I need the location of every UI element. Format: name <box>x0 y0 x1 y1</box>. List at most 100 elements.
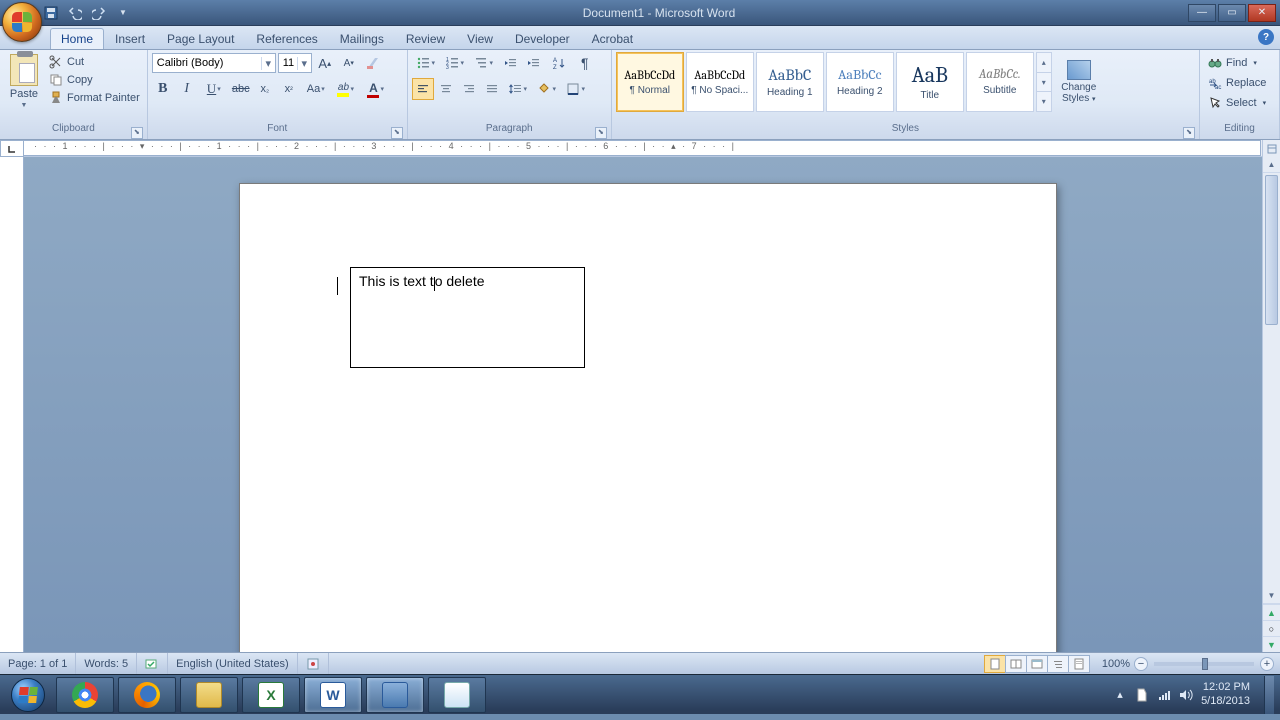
taskbar-chrome[interactable] <box>56 677 114 713</box>
sort-button[interactable]: AZ <box>545 52 573 74</box>
taskbar-app-1[interactable] <box>366 677 424 713</box>
scroll-down-button[interactable]: ▼ <box>1263 588 1280 604</box>
bold-button[interactable]: B <box>152 78 174 100</box>
scroll-track[interactable] <box>1263 173 1280 588</box>
bullets-button[interactable]: ▾ <box>412 52 440 74</box>
shrink-font-button[interactable]: A▾ <box>338 52 360 74</box>
document-viewport[interactable]: This is text to delete <box>24 157 1262 652</box>
minimize-button[interactable]: — <box>1188 4 1216 22</box>
status-macro[interactable] <box>298 653 329 674</box>
align-left-button[interactable] <box>412 78 434 100</box>
style-heading-1[interactable]: AaBbCHeading 1 <box>756 52 824 112</box>
copy-button[interactable]: Copy <box>46 72 143 88</box>
close-button[interactable]: ✕ <box>1248 4 1276 22</box>
tab-acrobat[interactable]: Acrobat <box>581 28 644 49</box>
strikethrough-button[interactable]: abc <box>230 78 252 100</box>
underline-button[interactable]: U▾ <box>200 78 228 100</box>
help-icon[interactable]: ? <box>1258 29 1274 45</box>
tab-page-layout[interactable]: Page Layout <box>156 28 245 49</box>
replace-button[interactable]: abacReplace <box>1204 74 1270 92</box>
status-proofing[interactable] <box>137 653 168 674</box>
ruler-toggle[interactable] <box>1262 140 1280 157</box>
font-launcher[interactable]: ⬊ <box>391 127 403 139</box>
undo-icon[interactable] <box>66 4 84 22</box>
tray-action-center-icon[interactable] <box>1135 688 1149 702</box>
view-draft[interactable] <box>1068 655 1090 673</box>
change-styles-button[interactable]: ChangeStyles ▾ <box>1056 52 1102 112</box>
tray-show-hidden-icon[interactable]: ▴ <box>1113 688 1127 702</box>
find-button[interactable]: Find▾ <box>1204 54 1261 72</box>
select-button[interactable]: Select▾ <box>1204 94 1270 112</box>
paragraph-launcher[interactable]: ⬊ <box>595 127 607 139</box>
styles-row-down[interactable]: ▾ <box>1037 73 1051 93</box>
save-icon[interactable] <box>42 4 60 22</box>
tab-home[interactable]: Home <box>50 28 104 49</box>
vertical-ruler[interactable] <box>0 157 24 652</box>
format-painter-button[interactable]: Format Painter <box>46 90 143 106</box>
view-outline[interactable] <box>1047 655 1069 673</box>
zoom-in-button[interactable]: + <box>1260 657 1274 671</box>
borders-button[interactable]: ▾ <box>562 78 590 100</box>
italic-button[interactable]: I <box>176 78 198 100</box>
zoom-thumb[interactable] <box>1202 658 1208 670</box>
shading-button[interactable]: ▾ <box>533 78 561 100</box>
style-normal[interactable]: AaBbCcDd¶ Normal <box>616 52 684 112</box>
show-desktop-button[interactable] <box>1264 676 1274 714</box>
zoom-slider[interactable] <box>1154 662 1254 666</box>
chevron-down-icon[interactable]: ▾ <box>297 57 311 70</box>
styles-launcher[interactable]: ⬊ <box>1183 127 1195 139</box>
page[interactable]: This is text to delete <box>239 183 1057 652</box>
highlight-button[interactable]: ab▾ <box>332 78 360 100</box>
taskbar-word[interactable]: W <box>304 677 362 713</box>
tab-developer[interactable]: Developer <box>504 28 581 49</box>
tab-mailings[interactable]: Mailings <box>329 28 395 49</box>
style-title[interactable]: AaBTitle <box>896 52 964 112</box>
start-button[interactable] <box>2 676 54 714</box>
status-language[interactable]: English (United States) <box>168 653 298 674</box>
subscript-button[interactable]: x₂ <box>254 78 276 100</box>
styles-row-up[interactable]: ▴ <box>1037 53 1051 73</box>
font-size-combo[interactable]: 11▾ <box>278 53 312 73</box>
style-heading-2[interactable]: AaBbCcHeading 2 <box>826 52 894 112</box>
zoom-level[interactable]: 100% <box>1098 658 1134 670</box>
office-button[interactable] <box>2 2 42 42</box>
view-print-layout[interactable] <box>984 655 1006 673</box>
paste-button[interactable]: Paste ▼ <box>4 52 44 111</box>
font-color-button[interactable]: A▾ <box>362 78 390 100</box>
style-subtitle[interactable]: AaBbCc.Subtitle <box>966 52 1034 112</box>
tab-view[interactable]: View <box>456 28 504 49</box>
tray-network-icon[interactable] <box>1157 688 1171 702</box>
line-spacing-button[interactable]: ▾ <box>504 78 532 100</box>
justify-button[interactable] <box>481 78 503 100</box>
textbox-text[interactable]: This is text to delete <box>359 273 485 289</box>
numbering-button[interactable]: 123▾ <box>441 52 469 74</box>
tab-selector[interactable] <box>0 140 24 157</box>
status-page[interactable]: Page: 1 of 1 <box>0 653 76 674</box>
decrease-indent-button[interactable] <box>499 52 521 74</box>
qat-customize-icon[interactable]: ▼ <box>114 4 132 22</box>
text-box[interactable]: This is text to delete <box>350 267 585 368</box>
align-center-button[interactable] <box>435 78 457 100</box>
styles-more-button[interactable]: ▾ <box>1037 92 1051 111</box>
tab-review[interactable]: Review <box>395 28 456 49</box>
style-no-spacing[interactable]: AaBbCcDd¶ No Spaci... <box>686 52 754 112</box>
tray-clock[interactable]: 12:02 PM 5/18/2013 <box>1201 681 1250 707</box>
tab-references[interactable]: References <box>245 28 328 49</box>
increase-indent-button[interactable] <box>522 52 544 74</box>
view-full-screen[interactable] <box>1005 655 1027 673</box>
superscript-button[interactable]: x² <box>278 78 300 100</box>
maximize-button[interactable]: ▭ <box>1218 4 1246 22</box>
multilevel-list-button[interactable]: ▾ <box>470 52 498 74</box>
redo-icon[interactable] <box>90 4 108 22</box>
status-words[interactable]: Words: 5 <box>76 653 137 674</box>
align-right-button[interactable] <box>458 78 480 100</box>
horizontal-ruler[interactable]: · · · 1 · · · | · · · ▾ · · · | · · · 1 … <box>24 140 1261 156</box>
tab-insert[interactable]: Insert <box>104 28 156 49</box>
view-web-layout[interactable] <box>1026 655 1048 673</box>
taskbar-explorer[interactable] <box>180 677 238 713</box>
zoom-out-button[interactable]: − <box>1134 657 1148 671</box>
clear-formatting-button[interactable] <box>362 52 384 74</box>
browse-object[interactable]: ○ <box>1263 620 1280 636</box>
font-name-combo[interactable]: Calibri (Body)▾ <box>152 53 276 73</box>
show-hide-button[interactable]: ¶ <box>574 52 596 74</box>
